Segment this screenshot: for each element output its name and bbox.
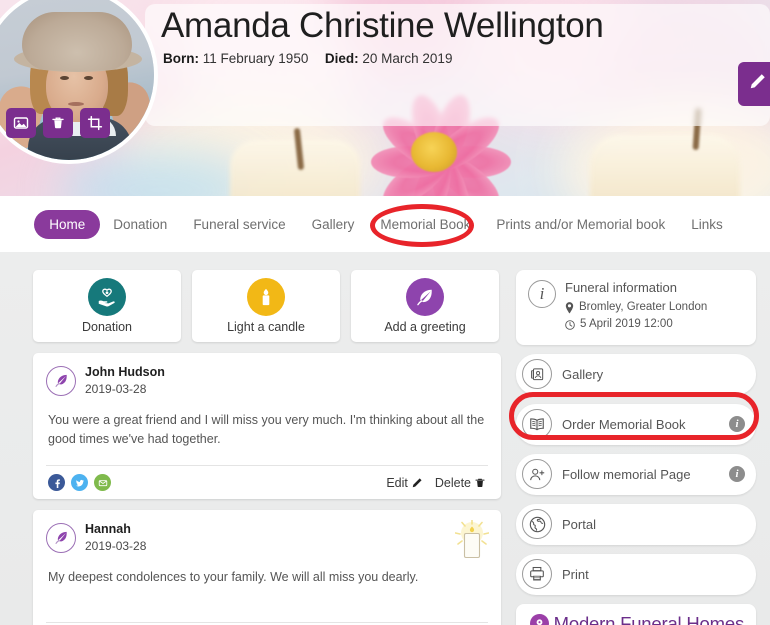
nav-item-donation[interactable]: Donation xyxy=(100,210,180,239)
printer-icon xyxy=(522,559,552,589)
donation-label: Donation xyxy=(81,320,133,334)
quick-actions: Donation Light a candle Add a greeting xyxy=(33,270,501,342)
born-date: 11 February 1950 xyxy=(202,51,309,66)
sidebar-item-order-memorial-book[interactable]: Order Memorial Book i xyxy=(516,403,756,445)
message-meta: Hannah 2019-03-28 xyxy=(85,521,146,554)
message-card: Hannah 2019-03-28 My deepest condolences xyxy=(33,510,501,625)
info-icon: i xyxy=(528,280,556,308)
light-candle-label: Light a candle xyxy=(227,320,305,334)
trash-icon xyxy=(475,478,485,487)
share-group xyxy=(48,474,111,492)
born-label: Born: xyxy=(163,51,199,66)
avatar[interactable] xyxy=(0,0,158,164)
funeral-information-card: i Funeral information Bromley, Greater L… xyxy=(516,270,756,345)
message-actions: Edit Delete xyxy=(386,476,486,490)
funeral-location-row: Bromley, Greater London xyxy=(565,299,707,316)
sidebar-label: Order Memorial Book xyxy=(562,416,686,432)
add-greeting-card[interactable]: Add a greeting xyxy=(351,270,499,342)
trash-icon[interactable] xyxy=(43,108,73,138)
sidebar-label: Follow memorial Page xyxy=(562,466,691,482)
funeral-home-logo-icon xyxy=(530,614,549,625)
email-icon[interactable] xyxy=(94,474,111,492)
page-title: Amanda Christine Wellington xyxy=(161,6,604,45)
book-icon xyxy=(522,409,552,439)
info-badge[interactable]: i xyxy=(729,466,745,482)
message-header: Hannah 2019-03-28 xyxy=(46,521,488,554)
add-greeting-label: Add a greeting xyxy=(384,320,466,334)
message-text: You were a great friend and I will miss … xyxy=(48,413,485,447)
nav-item-prints-memorial-book[interactable]: Prints and/or Memorial book xyxy=(483,210,678,239)
funeral-datetime-row: 5 April 2019 12:00 xyxy=(565,316,707,333)
name-panel: Amanda Christine Wellington Born: 11 Feb… xyxy=(145,4,770,126)
hand-heart-icon xyxy=(88,278,126,316)
nav-list: Home Donation Funeral service Gallery Me… xyxy=(34,209,736,239)
funeral-info-title: Funeral information xyxy=(565,280,677,295)
provider-logo-card: Modern Funeral Homes LEARNINGSITE BY ADS… xyxy=(516,603,756,625)
globe-icon xyxy=(522,509,552,539)
message-author: Hannah xyxy=(85,522,131,537)
nav-item-home[interactable]: Home xyxy=(34,209,101,239)
delete-label: Delete xyxy=(434,475,471,490)
sidebar-item-gallery[interactable]: Gallery xyxy=(516,353,756,395)
left-column: Donation Light a candle Add a greeting J… xyxy=(33,270,501,625)
edit-banner-button[interactable] xyxy=(738,62,770,106)
message-meta: John Hudson 2019-03-28 xyxy=(85,364,165,397)
sidebar-label: Print xyxy=(562,566,589,582)
funeral-location: Bromley, Greater London xyxy=(579,301,708,313)
pencil-icon xyxy=(748,72,767,96)
main-navigation: Home Donation Funeral service Gallery Me… xyxy=(0,196,770,252)
pencil-icon xyxy=(412,477,422,487)
funeral-datetime: 5 April 2019 12:00 xyxy=(580,318,673,331)
lit-candle-icon xyxy=(454,519,490,560)
sidebar-item-print[interactable]: Print xyxy=(516,553,756,595)
main-content: Donation Light a candle Add a greeting J… xyxy=(0,252,770,625)
provider-name: Modern Funeral Homes xyxy=(553,612,745,625)
message-card: John Hudson 2019-03-28 You were a great … xyxy=(33,353,501,500)
nav-item-gallery[interactable]: Gallery xyxy=(299,210,368,239)
edit-label: Edit xyxy=(386,475,408,490)
message-date: 2019-03-28 xyxy=(85,538,147,553)
message-date: 2019-03-28 xyxy=(85,381,147,396)
gallery-icon xyxy=(522,359,552,389)
avatar-action-group xyxy=(6,108,110,138)
message-author: John Hudson xyxy=(85,365,165,379)
candle-icon xyxy=(247,278,285,316)
image-icon[interactable] xyxy=(6,108,36,138)
sidebar-label: Gallery xyxy=(562,366,604,382)
hero-banner: Amanda Christine Wellington Born: 11 Feb… xyxy=(0,0,770,196)
message-avatar xyxy=(46,365,76,396)
delete-button[interactable]: Delete xyxy=(435,476,486,490)
memorial-page: Amanda Christine Wellington Born: 11 Feb… xyxy=(0,0,770,625)
facebook-icon[interactable] xyxy=(48,474,65,492)
feather-pen-icon xyxy=(406,278,444,316)
info-badge[interactable]: i xyxy=(729,416,745,432)
crop-icon[interactable] xyxy=(80,108,110,138)
sidebar-item-portal[interactable]: Portal xyxy=(516,503,756,545)
location-pin-icon xyxy=(565,301,574,314)
edit-button[interactable]: Edit xyxy=(386,476,423,490)
follow-user-icon xyxy=(522,459,552,489)
life-dates: Born: 11 February 1950 Died: 20 March 20… xyxy=(163,51,452,66)
right-sidebar: i Funeral information Bromley, Greater L… xyxy=(516,270,756,625)
light-candle-card[interactable]: Light a candle xyxy=(192,270,340,342)
nav-item-funeral-service[interactable]: Funeral service xyxy=(180,210,298,239)
clock-icon xyxy=(565,320,575,330)
nav-item-memorial-book[interactable]: Memorial Book xyxy=(367,210,483,239)
sidebar-label: Portal xyxy=(562,516,596,532)
funeral-info-body: Funeral information Bromley, Greater Lon… xyxy=(565,280,707,334)
died-label: Died: xyxy=(324,51,359,66)
message-text: My deepest condolences to your family. W… xyxy=(48,570,419,585)
died-date: 20 March 2019 xyxy=(362,51,453,66)
message-footer: Edit Delete xyxy=(46,465,488,499)
sidebar-item-follow-memorial-page[interactable]: Follow memorial Page i xyxy=(516,453,756,495)
nav-item-links[interactable]: Links xyxy=(678,210,736,239)
message-header: John Hudson 2019-03-28 xyxy=(46,364,488,397)
twitter-icon[interactable] xyxy=(71,474,88,492)
donation-card[interactable]: Donation xyxy=(33,270,181,342)
logo-row: Modern Funeral Homes xyxy=(530,613,744,625)
message-avatar xyxy=(46,522,76,553)
